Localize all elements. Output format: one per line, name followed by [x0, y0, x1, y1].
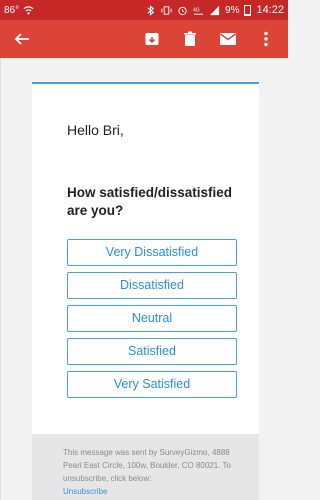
signal-icon [209, 5, 220, 15]
unsubscribe-link[interactable]: Unsubscribe [63, 487, 107, 496]
archive-icon [145, 33, 159, 45]
survey-card: Hello Bri, How satisfied/dissatisfied ar… [32, 82, 259, 482]
wifi-icon [23, 5, 34, 14]
bluetooth-icon [147, 4, 155, 16]
arrow-left-icon [14, 33, 29, 45]
footer-text: This message was sent by SurveyGizmo, 48… [63, 448, 231, 483]
status-bar: 86° 4G 9% 14:22 [0, 0, 288, 20]
network-4g-icon: 4G [193, 7, 204, 15]
battery-percent: 9% [225, 4, 240, 16]
email-body: Hello Bri, How satisfied/dissatisfied ar… [0, 58, 288, 500]
more-vert-icon [264, 31, 268, 47]
choice-dissatisfied[interactable]: Dissatisfied [67, 272, 237, 299]
vibrate-icon [161, 5, 172, 15]
choice-very-satisfied[interactable]: Very Satisfied [67, 371, 237, 398]
trash-icon [184, 31, 196, 46]
temperature-text: 86° [4, 4, 20, 16]
delete-button[interactable] [178, 27, 202, 51]
alarm-icon [178, 6, 187, 15]
mark-unread-button[interactable] [216, 27, 240, 51]
greeting-text: Hello Bri, [67, 122, 124, 138]
mail-icon [220, 33, 236, 45]
survey-question: How satisfied/dissatisfied are you? [67, 185, 233, 218]
archive-button[interactable] [140, 27, 164, 51]
choice-neutral[interactable]: Neutral [67, 305, 237, 332]
clock-time: 14:22 [256, 4, 284, 16]
app-bar [0, 20, 288, 58]
back-button[interactable] [10, 27, 34, 51]
choice-list: Very Dissatisfied Dissatisfied Neutral S… [67, 239, 237, 404]
choice-satisfied[interactable]: Satisfied [67, 338, 237, 365]
battery-icon [244, 4, 252, 16]
svg-text:4G: 4G [193, 7, 200, 13]
more-options-button[interactable] [254, 27, 278, 51]
choice-very-dissatisfied[interactable]: Very Dissatisfied [67, 239, 237, 266]
email-footer: This message was sent by SurveyGizmo, 48… [32, 434, 259, 500]
